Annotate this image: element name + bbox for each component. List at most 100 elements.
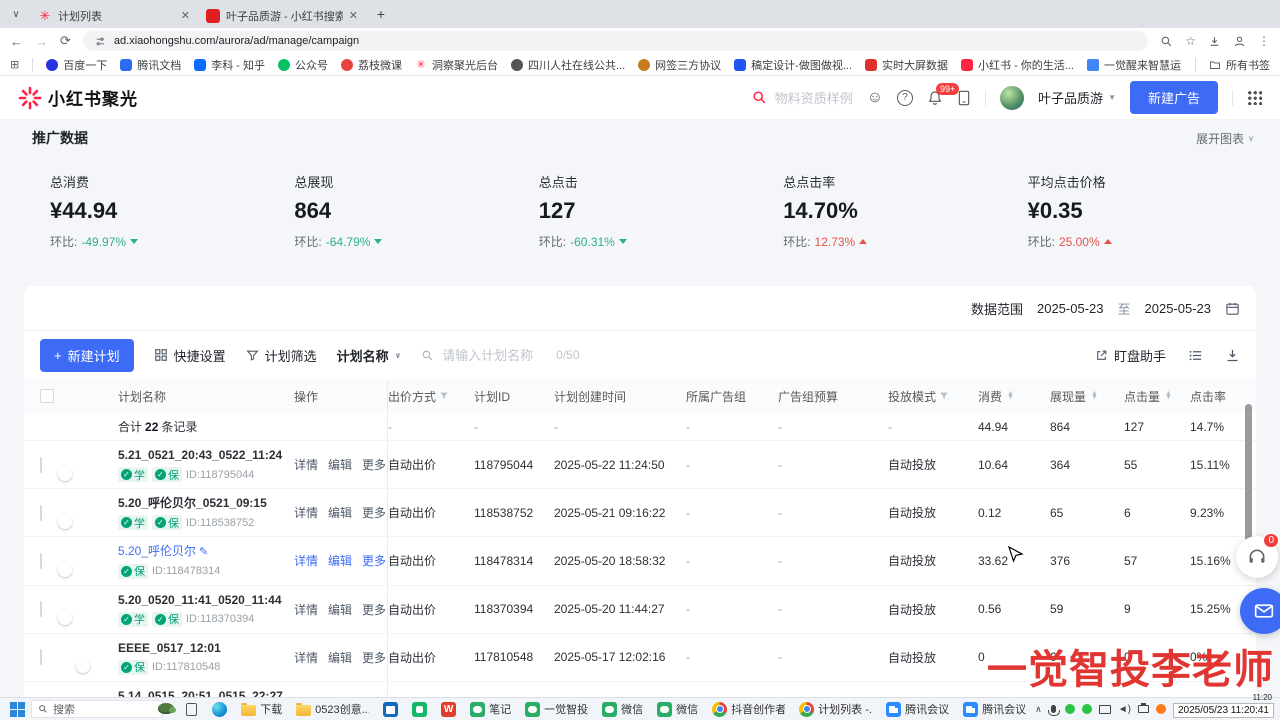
search-field-select[interactable]: 计划名称 ∨ bbox=[337, 346, 402, 365]
column-settings-icon[interactable] bbox=[1188, 348, 1203, 363]
mobile-preview-icon[interactable] bbox=[957, 90, 971, 106]
taskbar-app[interactable]: 微信 bbox=[595, 698, 650, 720]
bookmark-item[interactable]: 百度一下 bbox=[46, 57, 107, 73]
bookmark-item[interactable]: ✳ 洞察聚光后台 bbox=[415, 57, 498, 73]
apps-grid-icon[interactable]: ⊞ bbox=[10, 58, 19, 71]
profile-icon[interactable] bbox=[1233, 35, 1246, 48]
more-link[interactable]: 更多 bbox=[362, 456, 386, 473]
more-link[interactable]: 更多 bbox=[362, 504, 386, 521]
quick-settings-button[interactable]: 快捷设置 bbox=[154, 346, 226, 365]
bookmark-item[interactable]: 荔枝微课 bbox=[341, 57, 402, 73]
col-impr[interactable]: 展现量▲▼ bbox=[1050, 388, 1124, 405]
task-view-icon[interactable] bbox=[186, 703, 198, 716]
edit-link[interactable]: 编辑 bbox=[328, 504, 352, 521]
taskbar-app[interactable] bbox=[376, 698, 405, 720]
monitor-assistant-button[interactable]: 盯盘助手 bbox=[1095, 346, 1166, 365]
plan-name[interactable]: 5.20_呼伦贝尔_0521_09:15 bbox=[118, 496, 267, 510]
row-checkbox[interactable] bbox=[40, 553, 42, 569]
bookmark-star-icon[interactable]: ☆ bbox=[1185, 34, 1196, 48]
taskbar-app[interactable]: 笔记 bbox=[463, 698, 518, 720]
forward-icon[interactable]: → bbox=[35, 34, 48, 49]
row-checkbox[interactable] bbox=[40, 457, 42, 473]
sort-icon[interactable]: ▲▼ bbox=[1165, 392, 1172, 400]
wechat-tray-icon[interactable] bbox=[1065, 704, 1075, 714]
col-bid[interactable]: 出价方式 bbox=[388, 388, 474, 405]
more-link[interactable]: 更多 bbox=[362, 649, 386, 666]
bookmark-item[interactable]: 公众号 bbox=[278, 57, 328, 73]
account-menu[interactable]: 叶子品质游 ▼ bbox=[1038, 88, 1116, 107]
taskbar-app[interactable] bbox=[405, 698, 434, 720]
address-bar[interactable]: ad.xiaohongshu.com/aurora/ad/manage/camp… bbox=[83, 31, 1148, 51]
tray-expand-icon[interactable]: ∧ bbox=[1035, 704, 1042, 715]
bookmark-item[interactable]: 一觉醒来智慧运营v... bbox=[1087, 57, 1182, 73]
sort-icon[interactable]: ▲▼ bbox=[1007, 392, 1014, 400]
emoji-icon[interactable]: ☺ bbox=[867, 89, 883, 107]
plan-name[interactable]: 5.20_0520_11:41_0520_11:44 bbox=[118, 593, 282, 607]
wechat-tray-icon[interactable] bbox=[1082, 704, 1092, 714]
bookmark-item[interactable]: 稿定设计-做图做视... bbox=[734, 57, 852, 73]
apps-grid-icon[interactable] bbox=[1247, 90, 1262, 105]
edit-link[interactable]: 编辑 bbox=[328, 649, 352, 666]
taskbar-app[interactable]: 抖音创作者... bbox=[705, 698, 792, 720]
plan-name[interactable]: 5.21_0521_20:43_0522_11:24 bbox=[118, 448, 282, 462]
customer-service-button[interactable]: 0 bbox=[1236, 536, 1278, 578]
back-icon[interactable]: ← bbox=[10, 34, 23, 49]
more-link[interactable]: 更多 bbox=[362, 552, 386, 569]
taskbar-app[interactable]: 0523创意... bbox=[289, 698, 376, 720]
row-checkbox[interactable] bbox=[40, 505, 42, 521]
plan-filter-button[interactable]: 计划筛选 bbox=[246, 346, 317, 365]
detail-link[interactable]: 详情 bbox=[294, 504, 318, 521]
taskbar-app[interactable]: 计划列表 -... bbox=[792, 698, 879, 720]
clock-widget[interactable]: 11:20 2025/05/23 11:20:41 bbox=[1173, 702, 1274, 716]
bookmark-item[interactable]: 网签三方协议 bbox=[638, 57, 721, 73]
tab-close-icon[interactable]: ✕ bbox=[349, 9, 358, 22]
detail-link[interactable]: 详情 bbox=[294, 552, 318, 569]
taskbar-app[interactable] bbox=[205, 698, 234, 720]
col-clicks[interactable]: 点击量▲▼ bbox=[1124, 388, 1190, 405]
browser-tab[interactable]: ✳ 计划列表 ✕ bbox=[30, 3, 198, 28]
bookmark-item[interactable]: 实时大屏数据 bbox=[865, 57, 948, 73]
new-tab-button[interactable]: + bbox=[370, 3, 392, 25]
taskbar-app[interactable]: 一觉智投 bbox=[518, 698, 595, 720]
taskbar-app[interactable]: 微信 bbox=[650, 698, 705, 720]
tab-close-icon[interactable]: ✕ bbox=[181, 9, 190, 22]
new-ad-button[interactable]: 新建广告 bbox=[1130, 81, 1218, 114]
plan-name[interactable]: EEEE_0517_12:01 bbox=[118, 641, 221, 655]
calendar-icon[interactable] bbox=[1225, 301, 1240, 316]
plan-search-input[interactable] bbox=[440, 347, 550, 364]
download-icon[interactable] bbox=[1225, 348, 1240, 363]
mic-icon[interactable] bbox=[1051, 705, 1056, 713]
help-icon[interactable]: ? bbox=[897, 90, 913, 106]
sort-icon[interactable]: ▲▼ bbox=[1091, 392, 1098, 400]
taskbar-app[interactable] bbox=[434, 698, 463, 720]
security-tray-icon[interactable] bbox=[1156, 704, 1166, 714]
brand-logo[interactable]: 小红书聚光 bbox=[18, 85, 138, 110]
tab-search-chevron-icon[interactable]: ∨ bbox=[6, 4, 26, 24]
more-link[interactable]: 更多 bbox=[362, 601, 386, 618]
expand-chart-button[interactable]: 展开图表 ∨ bbox=[1196, 130, 1254, 147]
taskbar-app[interactable]: 下载 bbox=[234, 698, 289, 720]
edit-link[interactable]: 编辑 bbox=[328, 456, 352, 473]
taskbar-app[interactable]: 腾讯会议 bbox=[879, 698, 956, 720]
notifications-bell-icon[interactable]: 99+ bbox=[927, 90, 943, 106]
menu-dots-icon[interactable]: ⋮ bbox=[1258, 34, 1270, 48]
bookmark-item[interactable]: 李科 - 知乎 bbox=[194, 57, 265, 73]
plan-name[interactable]: 5.20_呼伦贝尔 bbox=[118, 544, 196, 558]
edit-link[interactable]: 编辑 bbox=[328, 601, 352, 618]
volume-icon[interactable]: ◄) bbox=[1118, 704, 1131, 715]
edit-link[interactable]: 编辑 bbox=[328, 552, 352, 569]
taskbar-search[interactable]: 搜索 bbox=[31, 700, 163, 718]
all-bookmarks-button[interactable]: 所有书签 bbox=[1209, 57, 1270, 73]
date-start[interactable]: 2025-05-23 bbox=[1037, 301, 1104, 316]
row-checkbox[interactable] bbox=[40, 649, 42, 665]
bookmark-item[interactable]: 小红书 - 你的生活... bbox=[961, 57, 1074, 73]
date-end[interactable]: 2025-05-23 bbox=[1145, 301, 1212, 316]
detail-link[interactable]: 详情 bbox=[294, 601, 318, 618]
download-icon[interactable] bbox=[1208, 35, 1221, 48]
edit-pencil-icon[interactable]: ✎ bbox=[199, 546, 208, 558]
site-info-icon[interactable] bbox=[95, 36, 106, 47]
detail-link[interactable]: 详情 bbox=[294, 649, 318, 666]
refresh-icon[interactable]: ⟳ bbox=[60, 33, 71, 49]
header-search[interactable]: 物料资质样例 bbox=[752, 88, 853, 107]
col-mode[interactable]: 投放模式 bbox=[888, 388, 978, 405]
